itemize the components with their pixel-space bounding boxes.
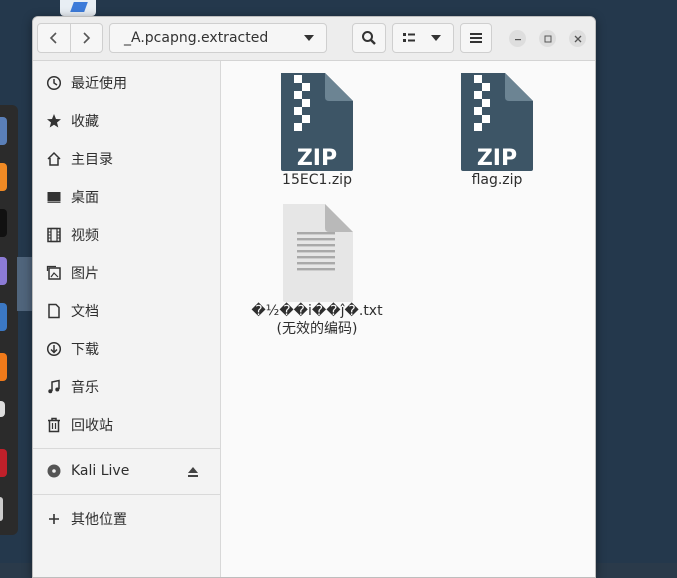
chevron-left-icon bbox=[49, 32, 57, 44]
sidebar-item-home[interactable]: 主目录 bbox=[33, 141, 220, 177]
document-icon bbox=[46, 303, 62, 319]
sidebar-item-label: 文档 bbox=[71, 304, 99, 320]
sidebar-item-label: Kali Live bbox=[71, 463, 130, 479]
hamburger-menu-icon bbox=[470, 33, 482, 43]
current-folder-label: _A.pcapng.extracted bbox=[124, 30, 269, 46]
sidebar-item-starred[interactable]: 收藏 bbox=[33, 103, 220, 139]
back-button[interactable] bbox=[38, 24, 70, 52]
sidebar-item-label: 桌面 bbox=[71, 190, 99, 206]
sidebar-item-label: 回收站 bbox=[71, 418, 113, 434]
path-bar-button[interactable]: _A.pcapng.extracted bbox=[109, 23, 327, 53]
zip-file-icon: ZIP bbox=[461, 73, 533, 171]
sidebar-item-other-locations[interactable]: 其他位置 bbox=[33, 501, 220, 537]
zip-badge: ZIP bbox=[297, 146, 337, 171]
file-name: flag.zip bbox=[471, 172, 523, 188]
sidebar-divider bbox=[33, 448, 220, 449]
menu-button[interactable] bbox=[460, 23, 492, 53]
sidebar-divider bbox=[33, 494, 220, 495]
maximize-button[interactable] bbox=[539, 30, 556, 47]
headerbar: _A.pcapng.extracted bbox=[33, 17, 595, 61]
home-icon bbox=[46, 151, 62, 167]
navigation-buttons bbox=[37, 23, 103, 53]
sidebar-item-kali-live[interactable]: Kali Live bbox=[33, 453, 220, 489]
chevron-down-icon bbox=[304, 35, 314, 41]
dock-app-icon[interactable] bbox=[0, 497, 3, 521]
file-item-flag-zip[interactable]: ZIP flag.zip bbox=[427, 73, 567, 189]
image-icon bbox=[46, 265, 62, 281]
dock-app-icon[interactable] bbox=[0, 449, 7, 477]
sidebar-item-label: 图片 bbox=[71, 266, 99, 282]
forward-button[interactable] bbox=[69, 24, 103, 52]
dock-app-icon[interactable] bbox=[0, 163, 7, 191]
eject-icon[interactable] bbox=[186, 464, 200, 478]
star-icon bbox=[46, 113, 62, 129]
sidebar-item-pictures[interactable]: 图片 bbox=[33, 255, 220, 291]
dock bbox=[0, 105, 18, 535]
search-icon bbox=[362, 31, 376, 45]
close-icon bbox=[574, 35, 581, 42]
dock-app-icon[interactable] bbox=[0, 117, 7, 145]
sidebar-item-videos[interactable]: 视频 bbox=[33, 217, 220, 253]
minimize-icon bbox=[514, 38, 521, 40]
zip-file-icon: ZIP bbox=[281, 73, 353, 171]
file-item-text[interactable]: �½��i��ĵ�.txt (无效的编码) bbox=[247, 204, 387, 338]
search-button[interactable] bbox=[352, 23, 386, 53]
list-view-icon bbox=[403, 33, 415, 42]
sidebar-item-downloads[interactable]: 下载 bbox=[33, 331, 220, 367]
sidebar-item-documents[interactable]: 文档 bbox=[33, 293, 220, 329]
desktop-app-icon[interactable] bbox=[60, 0, 96, 16]
music-icon bbox=[46, 379, 62, 395]
text-file-icon bbox=[283, 204, 353, 302]
sidebar-item-desktop[interactable]: 桌面 bbox=[33, 179, 220, 215]
plus-icon bbox=[46, 511, 62, 527]
zip-badge: ZIP bbox=[477, 146, 517, 171]
file-manager-window: _A.pcapng.extracted 最近使用 收藏 主目录 桌面 视频 图片… bbox=[32, 16, 596, 578]
sidebar-item-label: 视频 bbox=[71, 228, 99, 244]
clock-icon bbox=[46, 75, 62, 91]
view-options-button[interactable] bbox=[392, 23, 454, 53]
sidebar-item-label: 最近使用 bbox=[71, 76, 127, 92]
dock-app-icon[interactable] bbox=[0, 303, 7, 331]
chevron-right-icon bbox=[83, 32, 91, 44]
film-icon bbox=[46, 227, 62, 243]
maximize-icon bbox=[544, 35, 551, 42]
desktop-icon bbox=[46, 189, 62, 205]
file-name: 15EC1.zip bbox=[282, 172, 352, 188]
sidebar-item-label: 音乐 bbox=[71, 380, 99, 396]
sidebar-item-recent[interactable]: 最近使用 bbox=[33, 65, 220, 101]
disc-icon bbox=[46, 463, 62, 479]
dock-app-icon[interactable] bbox=[0, 353, 7, 381]
sidebar: 最近使用 收藏 主目录 桌面 视频 图片 文档 下载 音乐 回收站 Kali L… bbox=[33, 61, 221, 577]
sidebar-item-label: 主目录 bbox=[71, 152, 113, 168]
sidebar-item-label: 下载 bbox=[71, 342, 99, 358]
file-encoding-note: (无效的编码) bbox=[276, 321, 358, 337]
sidebar-item-label: 收藏 bbox=[71, 114, 99, 130]
close-button[interactable] bbox=[569, 30, 586, 47]
file-name: �½��i��ĵ�.txt bbox=[251, 303, 383, 319]
trash-icon bbox=[46, 417, 62, 433]
dock-app-icon[interactable] bbox=[0, 401, 5, 417]
minimize-button[interactable] bbox=[509, 30, 526, 47]
chevron-down-icon bbox=[431, 35, 441, 41]
dock-app-icon[interactable] bbox=[0, 257, 7, 285]
sidebar-item-label: 其他位置 bbox=[71, 512, 127, 528]
sidebar-item-music[interactable]: 音乐 bbox=[33, 369, 220, 405]
file-item-15ec1-zip[interactable]: ZIP 15EC1.zip bbox=[247, 73, 387, 189]
dock-app-icon[interactable] bbox=[0, 209, 7, 237]
file-view: ZIP 15EC1.zip ZIP flag.zip �½��i��ĵ�.txt… bbox=[221, 61, 595, 577]
sidebar-item-trash[interactable]: 回收站 bbox=[33, 407, 220, 443]
dock-selection bbox=[17, 257, 33, 311]
download-icon bbox=[46, 341, 62, 357]
